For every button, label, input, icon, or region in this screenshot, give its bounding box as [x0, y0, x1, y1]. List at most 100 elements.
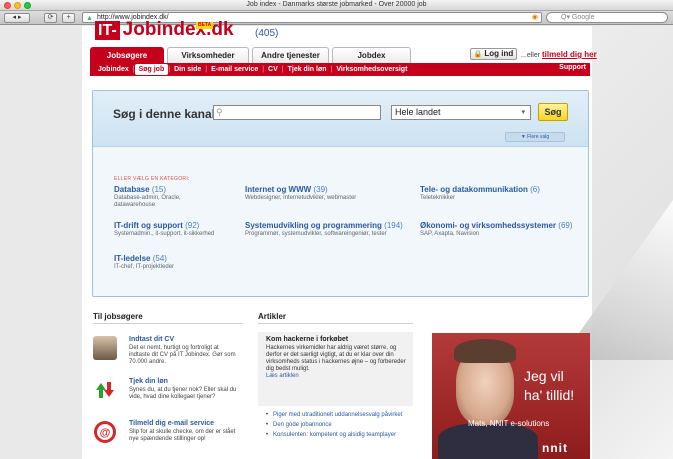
- category-count: (6): [530, 185, 540, 194]
- article-link[interactable]: Piger med utraditionelt uddannelsesvalg …: [266, 412, 416, 419]
- category-count: (69): [558, 221, 573, 230]
- category-hint: ELLER VÆLG EN KATEGORI:: [114, 176, 190, 182]
- login-button-label: Log ind: [484, 49, 514, 58]
- nnit-advertisement[interactable]: Jeg vil ha' tillid! Mats, NNIT e-solutio…: [432, 333, 590, 459]
- tab-companies[interactable]: Virksomheder: [167, 47, 249, 63]
- search-button[interactable]: Søg: [538, 103, 568, 121]
- nav-jobindex[interactable]: Jobindex: [94, 64, 133, 75]
- divider: [93, 323, 243, 324]
- article-link[interactable]: Den gode jobannonce: [266, 422, 416, 429]
- category-title: IT-ledelse: [114, 254, 151, 263]
- category-title: IT-drift og support: [114, 221, 183, 230]
- reload-button[interactable]: ⟳: [44, 13, 57, 23]
- category-description: IT-chef, IT-projektleder: [114, 264, 175, 270]
- person-laptop-icon: [93, 336, 117, 360]
- jobseeker-item-description: Slip for at skulle checke, om der er slå…: [129, 429, 236, 442]
- read-article-link[interactable]: Læs artiklen: [266, 373, 410, 380]
- nav-search-jobs[interactable]: Søg job: [134, 64, 169, 75]
- nav-my-page[interactable]: Din side: [170, 64, 205, 75]
- region-select[interactable]: Hele landet ▾: [391, 105, 531, 120]
- add-bookmark-button[interactable]: +: [62, 13, 75, 23]
- tab-other-services[interactable]: Andre tjenester: [252, 47, 329, 63]
- category-business-systems[interactable]: Økonomi- og virksomhedssystemer (69) SAP…: [420, 221, 573, 238]
- category-description: Programmør, systemudvikler, softwareinge…: [245, 231, 387, 237]
- ad-headline: Jeg vil ha' tillid!: [524, 367, 574, 405]
- svg-text:@: @: [100, 427, 111, 439]
- window-title: Job index - Danmarks største jobmarked -…: [246, 1, 427, 8]
- search-band: Søg i denne kanal: ⚲ Hele landet ▾ Søg ▼…: [93, 91, 588, 147]
- category-title: Tele- og datakommunikation: [420, 185, 528, 194]
- ad-person-shirt: [438, 423, 538, 459]
- jobseeker-item-title[interactable]: Tjek din løn: [129, 378, 168, 385]
- lock-icon: 🔒: [473, 51, 483, 58]
- register-hint-text: ...eller: [521, 52, 541, 59]
- logo-it-mark: IT-: [95, 20, 120, 40]
- nav-check-salary[interactable]: Tjek din løn: [284, 64, 331, 75]
- articles-heading: Artikler: [258, 312, 287, 321]
- browser-search-placeholder: Q▾ Google: [561, 14, 595, 21]
- jobseeker-item-title[interactable]: Tilmeld dig e-mail service: [129, 420, 214, 427]
- category-it-management[interactable]: IT-ledelse (54) IT-chef, IT-projektleder: [114, 254, 174, 271]
- salary-arrows-icon: [93, 378, 117, 402]
- logo-name: Jobindex.dk: [122, 19, 234, 40]
- window-titlebar: Job index - Danmarks største jobmarked -…: [0, 0, 673, 11]
- beta-badge: BETA: [196, 22, 214, 29]
- search-label: Søg i denne kanal:: [113, 107, 220, 121]
- category-development[interactable]: Systemudvikling og programmering (194) P…: [245, 221, 403, 238]
- category-it-operations[interactable]: IT-drift og support (92) Systemadmin., i…: [114, 221, 214, 238]
- category-count: (15): [151, 185, 167, 194]
- tab-jobdex[interactable]: Jobdex: [332, 47, 411, 63]
- keyword-search-input[interactable]: ⚲: [213, 105, 381, 120]
- category-description: Systemadmin., it-support, it-sikkerhed: [114, 231, 215, 237]
- category-description: SAP, Axapta, Navision: [420, 231, 480, 237]
- category-count: (54): [152, 254, 167, 263]
- ad-caption: Mats, NNIT e-solutions: [468, 419, 550, 428]
- category-title: Database: [114, 185, 150, 194]
- ad-headline-line2: ha' tillid!: [524, 387, 575, 403]
- chevron-down-icon: ▾: [521, 109, 525, 116]
- rss-icon[interactable]: ◉: [532, 13, 538, 23]
- category-telecom[interactable]: Tele- og datakommunikation (6) Teletekni…: [420, 185, 540, 202]
- category-description: Webdesigner, internetudvikler, webmaster: [245, 195, 357, 201]
- featured-article-body: Hackernes virkemidler har aldrig været s…: [266, 345, 410, 380]
- nav-support[interactable]: Support: [559, 64, 586, 71]
- login-button[interactable]: 🔒 Log ind: [470, 48, 517, 60]
- ad-person-hair: [454, 339, 516, 363]
- featured-article-text: Hackernes virkemidler har aldrig været s…: [266, 345, 406, 372]
- featured-article-title[interactable]: Kom hackerne i forkøbet: [266, 336, 348, 343]
- nav-company-overview[interactable]: Virksomhedsoversigt: [332, 64, 411, 75]
- tab-jobseekers[interactable]: Jobsøgere: [90, 47, 164, 63]
- jobseekers-heading: Til jobsøgere: [93, 312, 143, 321]
- article-link[interactable]: Konsulenten: kompetent og alsidig teampl…: [266, 432, 416, 439]
- category-count: (194): [384, 221, 403, 230]
- category-internet[interactable]: Internet og WWW (39) Webdesigner, intern…: [245, 185, 356, 202]
- jobseeker-item-description: Det er nemt, hurtigt og fortroligt at in…: [129, 345, 236, 365]
- jobseeker-item-description: Synes du, at du tjener nok? Eller skal d…: [129, 387, 237, 400]
- category-description: Database-admin, Oracle,: [114, 195, 181, 201]
- job-count: (405): [255, 28, 279, 39]
- register-link[interactable]: tilmeld dig her: [542, 50, 597, 59]
- back-forward-button[interactable]: ◂ ▸: [4, 13, 30, 23]
- jobseeker-item-title[interactable]: Indtast dit CV: [129, 336, 174, 343]
- category-database[interactable]: Database (15) Database-admin, Oracle, da…: [114, 185, 181, 209]
- divider: [258, 323, 413, 324]
- ad-logo: nnit: [542, 441, 568, 455]
- category-title: Internet og WWW: [245, 185, 312, 194]
- sub-navigation: Jobindex | Søg job | Din side | E-mail s…: [90, 63, 590, 76]
- search-icon: ⚲: [216, 107, 223, 117]
- email-at-icon: @: [93, 420, 117, 444]
- register-hint: ...eller tilmeld dig her: [521, 50, 597, 59]
- more-options-button[interactable]: ▼ Flere valg: [505, 132, 565, 142]
- main-tabs: Jobsøgere Virksomheder Andre tjenester J…: [90, 47, 411, 63]
- category-title: Økonomi- og virksomhedssystemer: [420, 221, 557, 230]
- category-description: Teleteknikker: [420, 195, 456, 201]
- browser-search-field[interactable]: Q▾ Google: [546, 12, 668, 23]
- nav-email-service[interactable]: E-mail service: [207, 64, 262, 75]
- category-count: (92): [185, 221, 200, 230]
- article-list: Piger med utraditionelt uddannelsesvalg …: [266, 412, 416, 442]
- nav-cv[interactable]: CV: [264, 64, 282, 75]
- category-title: Systemudvikling og programmering: [245, 221, 382, 230]
- region-select-value: Hele landet: [395, 107, 441, 117]
- ad-headline-line1: Jeg vil: [524, 368, 564, 384]
- site-icon: ▲: [86, 15, 93, 22]
